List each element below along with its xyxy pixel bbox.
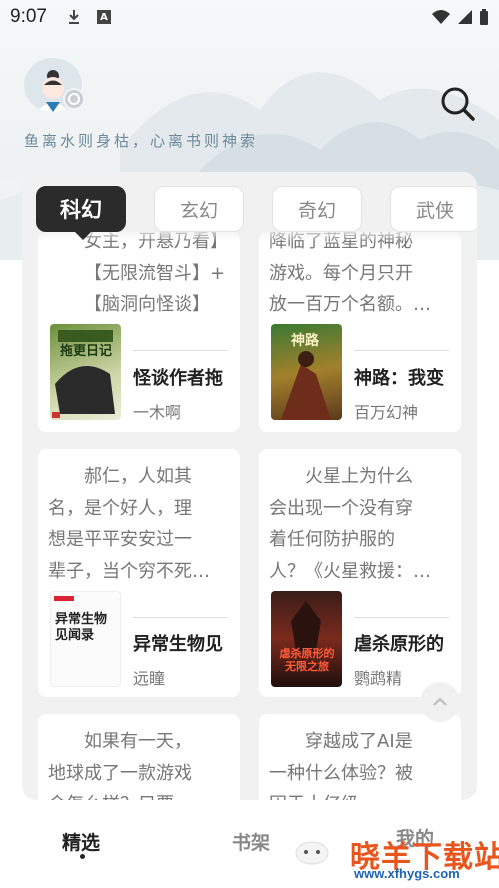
book-cover[interactable]: 神路 <box>271 324 342 420</box>
book-card[interactable]: 火星上为什么 会出现一个没有穿 着任何防护服的 人？《火星救援：… 虐杀原形的无… <box>259 449 461 697</box>
book-card[interactable]: 降临了蓝星的神秘 游戏。每个月只开 放一百万个名额。… 神路 神路：我变 百万幻… <box>259 232 461 432</box>
book-intro: 如果有一天， 地球成了一款游戏 会怎么样？只要… <box>48 726 232 800</box>
book-title: 神路：我变 <box>354 368 444 389</box>
intro-line: 着任何防护服的 <box>269 529 395 550</box>
status-time: 9:07 <box>10 6 47 27</box>
cover-title: 异常生物见闻录 <box>55 612 108 643</box>
active-tab-pointer <box>75 232 91 240</box>
chevron-up-icon <box>433 697 447 706</box>
intro-line: 火星上为什么 <box>305 466 413 487</box>
intro-line: 辈子，当个穷不死… <box>48 560 210 582</box>
divider <box>354 617 449 618</box>
intro-line: 一种什么体验？被 <box>269 762 413 784</box>
book-card[interactable]: 郝仁，人如其 名，是个好人，理 想是平平安安过一 辈子，当个穷不死… 异常生物见… <box>38 449 240 697</box>
book-title: 虐杀原形的 <box>354 634 444 655</box>
download-icon <box>67 9 81 25</box>
a-notification-icon: A <box>96 10 111 24</box>
book-author: 百万幻神 <box>354 403 419 422</box>
slogan: 鱼离水则身枯，心离书则神索 <box>24 132 259 150</box>
intro-line: 游戏。每个月只开 <box>269 262 413 284</box>
watermark-url: www.xfhygs.com <box>354 866 460 881</box>
book-cover[interactable]: 异常生物见闻录 <box>50 591 121 687</box>
book-card[interactable]: 如果有一天， 地球成了一款游戏 会怎么样？只要… <box>38 714 240 800</box>
intro-line: 人？《火星救援：… <box>269 560 431 582</box>
scroll-top-button[interactable] <box>420 682 460 722</box>
wifi-icon <box>432 10 450 24</box>
intro-line: 如果有一天， <box>84 731 192 752</box>
intro-line: 郝仁，人如其 <box>84 466 192 487</box>
active-nav-dot <box>80 854 85 859</box>
intro-line: 地球成了一款游戏 <box>48 762 192 784</box>
cover-title: 拖更日记 <box>60 344 113 359</box>
book-intro: 火星上为什么 会出现一个没有穿 着任何防护服的 人？《火星救援：… <box>269 461 453 587</box>
book-card[interactable]: 穿越成了AI是 一种什么体验？被 困于十亿级 <box>259 714 461 800</box>
intro-line: 【无限流智斗】+ <box>84 262 226 284</box>
book-title: 怪谈作者拖 <box>133 368 223 389</box>
nav-featured[interactable]: 精选 <box>62 828 100 855</box>
intro-line: 想是平平安安过一 <box>48 529 192 550</box>
category-tabs: 科幻 玄幻 奇幻 武侠 <box>36 186 477 232</box>
book-title: 异常生物见 <box>133 634 223 655</box>
book-intro: 穿越成了AI是 一种什么体验？被 困于十亿级 <box>269 726 453 800</box>
cover-title: 神路 <box>291 333 319 349</box>
intro-line: 名，是个好人，理 <box>48 497 192 519</box>
book-intro: 降临了蓝星的神秘 游戏。每个月只开 放一百万个名额。… <box>269 232 453 321</box>
divider <box>133 617 228 618</box>
divider <box>354 350 449 351</box>
cover-title: 虐杀原形的无限之旅 <box>279 647 335 673</box>
sheep-logo-icon <box>295 841 329 865</box>
tab-xuanhuan[interactable]: 玄幻 <box>154 186 244 232</box>
book-card[interactable]: 女主，开悬乃看】 【无限流智斗】+ 【脑洞向怪谈】+… 拖更日记 怪谈作者拖 一… <box>38 232 240 432</box>
intro-line: 困于十亿级 <box>269 789 453 800</box>
intro-line: 会出现一个没有穿 <box>269 497 413 519</box>
divider <box>133 350 228 351</box>
book-cover[interactable]: 虐杀原形的无限之旅 <box>271 591 342 687</box>
intro-line: 会怎么样？只要… <box>48 789 232 800</box>
status-bar: 9:07 A <box>0 0 499 34</box>
search-icon[interactable] <box>440 86 476 122</box>
book-author: 鹦鹉精 <box>354 669 403 688</box>
book-author: 一木啊 <box>133 403 182 422</box>
sync-icon[interactable] <box>63 88 85 110</box>
tab-scifi[interactable]: 科幻 <box>36 186 126 232</box>
book-author: 远瞳 <box>133 669 166 688</box>
battery-icon <box>480 9 488 25</box>
tab-fantasy[interactable]: 奇幻 <box>272 186 362 232</box>
book-panel: 女主，开悬乃看】 【无限流智斗】+ 【脑洞向怪谈】+… 拖更日记 怪谈作者拖 一… <box>22 172 477 800</box>
book-cover[interactable]: 拖更日记 <box>50 324 121 420</box>
signal-icon <box>458 10 472 24</box>
intro-line: 穿越成了AI是 <box>305 731 413 752</box>
intro-line: 放一百万个名额。… <box>269 294 431 315</box>
nav-bookshelf[interactable]: 书架 <box>232 828 270 855</box>
tab-wuxia[interactable]: 武侠 <box>390 186 477 232</box>
book-intro: 郝仁，人如其 名，是个好人，理 想是平平安安过一 辈子，当个穷不死… <box>48 461 232 587</box>
